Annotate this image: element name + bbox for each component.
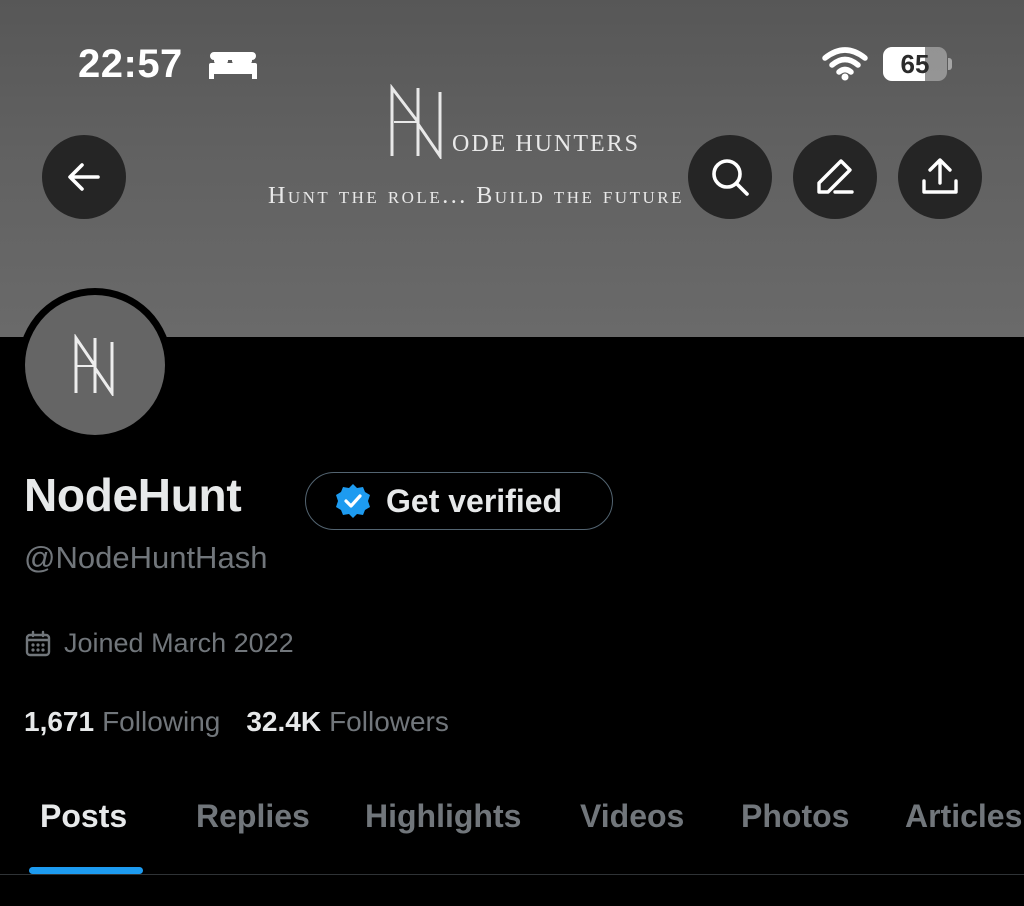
bed-icon [209,52,257,79]
tab-divider [0,874,1024,875]
calendar-icon [24,630,52,658]
banner-tagline: Hunt the role... Build the future [268,183,684,209]
avatar[interactable] [25,295,165,435]
share-button[interactable] [898,135,982,219]
user-handle: @NodeHuntHash [24,540,268,575]
tab-articles[interactable]: Articles [905,798,1022,835]
search-button[interactable] [688,135,772,219]
follow-stats: 1,671 Following 32.4K Followers [24,706,449,738]
status-time: 22:57 [78,42,183,86]
display-name: NodeHunt [24,469,242,521]
banner-brand-name: ODE HUNTERS [452,131,640,157]
edit-button[interactable] [793,135,877,219]
joined-date: Joined March 2022 [24,628,294,659]
arrow-left-icon [68,163,100,191]
joined-text: Joined March 2022 [64,628,294,658]
following-link[interactable]: 1,671 Following [24,706,220,738]
active-tab-indicator [29,867,143,874]
following-label: Following [102,706,221,737]
share-icon [922,158,958,194]
followers-link[interactable]: 32.4K Followers [246,706,449,738]
wifi-icon [822,47,868,81]
get-verified-label: Get verified [386,482,563,519]
node-hunters-logo [390,84,442,159]
tab-replies[interactable]: Replies [196,798,310,835]
pencil-icon [817,159,854,194]
battery-level: 65 [900,49,930,79]
verified-badge-icon [334,482,372,520]
get-verified-button[interactable]: Get verified [305,472,613,530]
followers-label: Followers [329,706,449,737]
search-icon [712,159,749,196]
avatar-frame[interactable] [18,288,172,442]
node-hunters-avatar-logo [74,334,114,396]
following-count: 1,671 [24,706,95,737]
tab-photos[interactable]: Photos [741,798,849,835]
followers-count: 32.4K [246,706,322,737]
back-button[interactable] [42,135,126,219]
tab-posts[interactable]: Posts [40,798,127,835]
tab-highlights[interactable]: Highlights [365,798,521,835]
tab-videos[interactable]: Videos [580,798,684,835]
battery-indicator: 65 [883,47,952,81]
